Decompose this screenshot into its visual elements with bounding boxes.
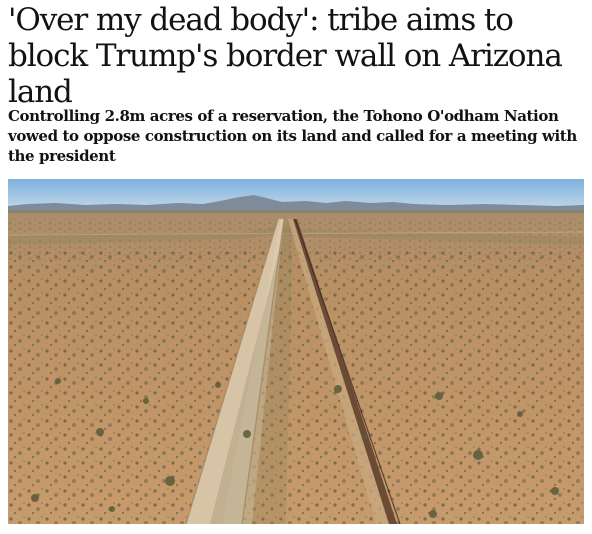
article-photo xyxy=(8,179,584,524)
desert-border-road-image xyxy=(8,179,584,524)
standfirst: Controlling 2.8m acres of a reservation,… xyxy=(8,107,577,165)
article: 'Over my dead body': tribe aims to block… xyxy=(0,0,592,534)
headline[interactable]: 'Over my dead body': tribe aims to block… xyxy=(8,2,588,110)
